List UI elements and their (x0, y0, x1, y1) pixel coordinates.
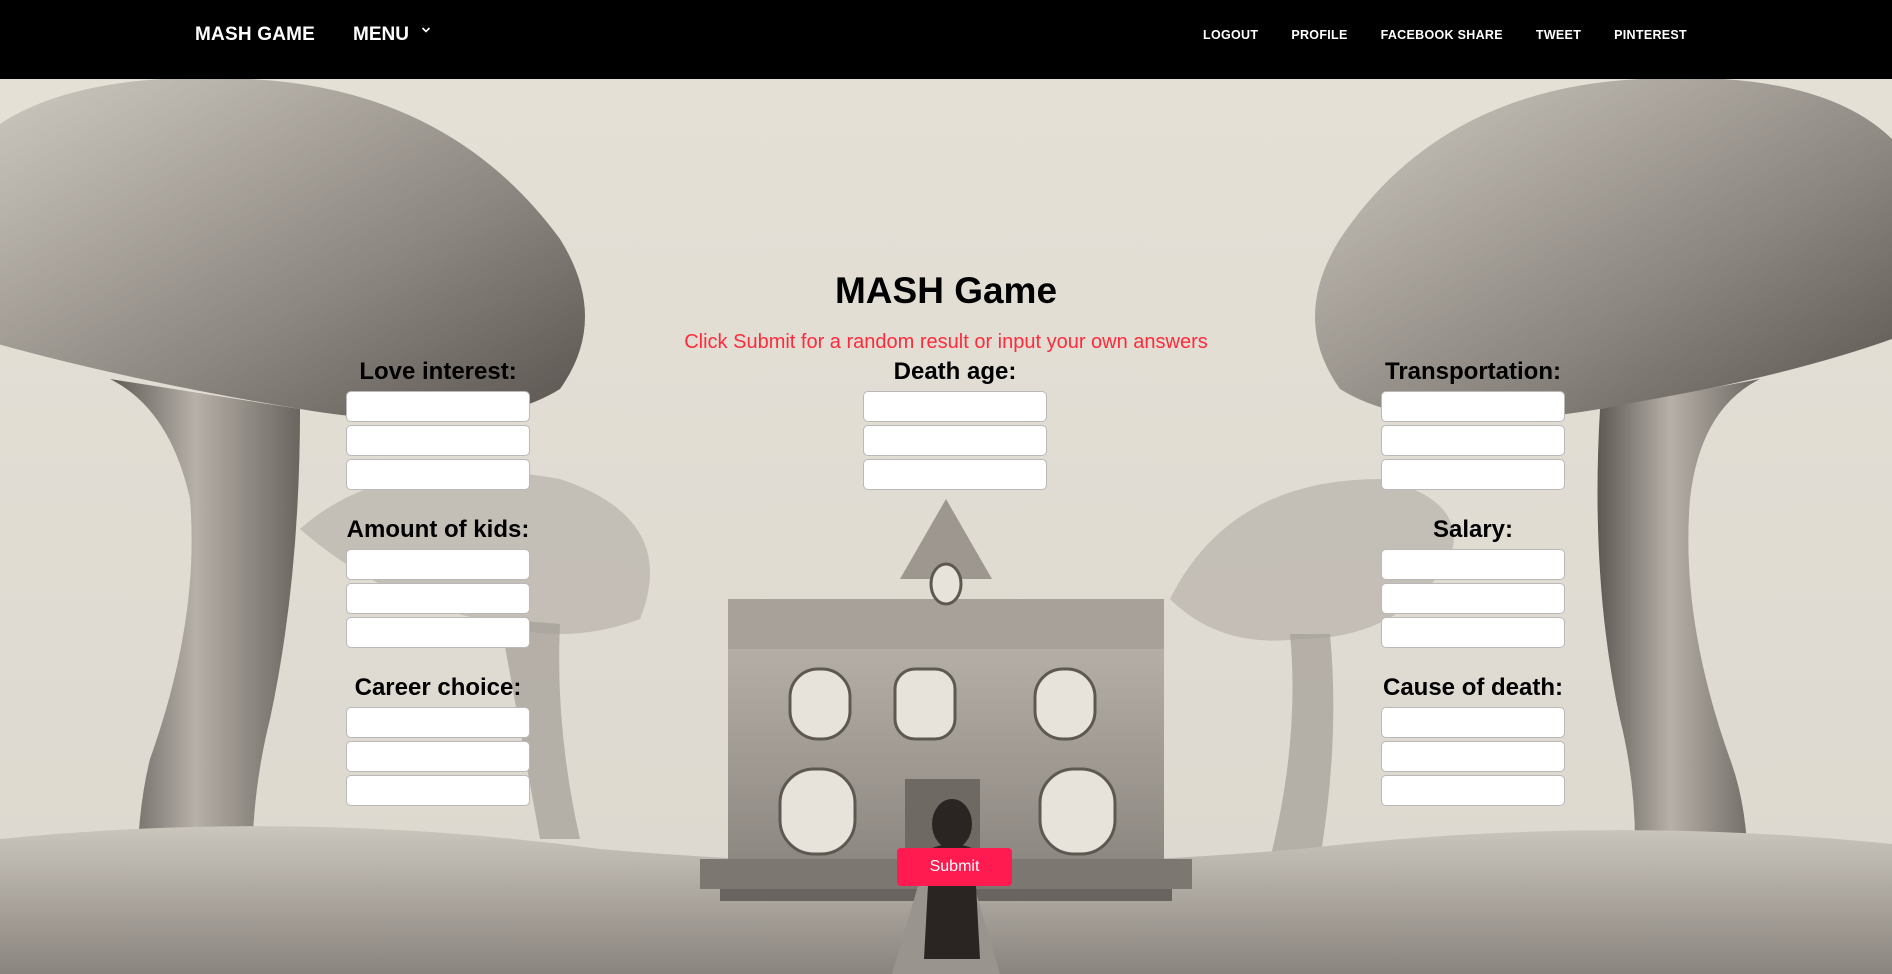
tweet-link[interactable]: TWEET (1536, 28, 1581, 42)
nav-links: LOGOUT PROFILE FACEBOOK SHARE TWEET PINT… (1170, 28, 1687, 42)
career-choice-group: Career choice: (345, 673, 531, 809)
transportation-input-1[interactable] (1381, 391, 1565, 422)
menu-label: MENU (353, 24, 409, 45)
transportation-group: Transportation: (1380, 357, 1566, 493)
love-interest-input-2[interactable] (346, 425, 530, 456)
top-navbar: MASH GAME MENU LOGOUT PROFILE FACEBOOK S… (0, 0, 1892, 79)
brand-link[interactable]: MASH GAME (195, 24, 315, 46)
death-age-input-1[interactable] (863, 391, 1047, 422)
amount-of-kids-label: Amount of kids: (346, 516, 530, 543)
pinterest-link[interactable]: PINTEREST (1614, 28, 1687, 42)
amount-of-kids-input-1[interactable] (346, 549, 530, 580)
death-age-input-3[interactable] (863, 459, 1047, 490)
cause-of-death-input-1[interactable] (1381, 707, 1565, 738)
amount-of-kids-group: Amount of kids: (345, 515, 531, 651)
facebook-share-link[interactable]: FACEBOOK SHARE (1381, 28, 1503, 42)
chevron-down-icon (421, 27, 431, 33)
submit-button[interactable]: Submit (897, 848, 1012, 886)
career-choice-input-1[interactable] (346, 707, 530, 738)
salary-input-2[interactable] (1381, 583, 1565, 614)
amount-of-kids-input-2[interactable] (346, 583, 530, 614)
logout-link[interactable]: LOGOUT (1203, 28, 1258, 42)
love-interest-input-1[interactable] (346, 391, 530, 422)
profile-link[interactable]: PROFILE (1291, 28, 1347, 42)
transportation-label: Transportation: (1384, 358, 1561, 385)
career-choice-input-2[interactable] (346, 741, 530, 772)
amount-of-kids-input-3[interactable] (346, 617, 530, 648)
salary-group: Salary: (1380, 515, 1566, 651)
death-age-input-2[interactable] (863, 425, 1047, 456)
transportation-input-3[interactable] (1381, 459, 1565, 490)
career-choice-input-3[interactable] (346, 775, 530, 806)
cause-of-death-group: Cause of death: (1380, 673, 1566, 809)
page-title: MASH Game (834, 270, 1058, 311)
transportation-input-2[interactable] (1381, 425, 1565, 456)
menu-dropdown[interactable]: MENU (353, 24, 431, 46)
love-interest-label: Love interest: (359, 358, 517, 385)
background-illustration (0, 79, 1892, 974)
love-interest-group: Love interest: (345, 357, 531, 493)
cause-of-death-input-2[interactable] (1381, 741, 1565, 772)
salary-input-3[interactable] (1381, 617, 1565, 648)
cause-of-death-input-3[interactable] (1381, 775, 1565, 806)
career-choice-label: Career choice: (354, 674, 522, 701)
love-interest-input-3[interactable] (346, 459, 530, 490)
cause-of-death-label: Cause of death: (1382, 674, 1564, 701)
death-age-label: Death age: (893, 358, 1017, 385)
salary-label: Salary: (1432, 516, 1514, 543)
death-age-group: Death age: (862, 357, 1048, 493)
salary-input-1[interactable] (1381, 549, 1565, 580)
page-subtitle: Click Submit for a random result or inpu… (684, 331, 1208, 353)
